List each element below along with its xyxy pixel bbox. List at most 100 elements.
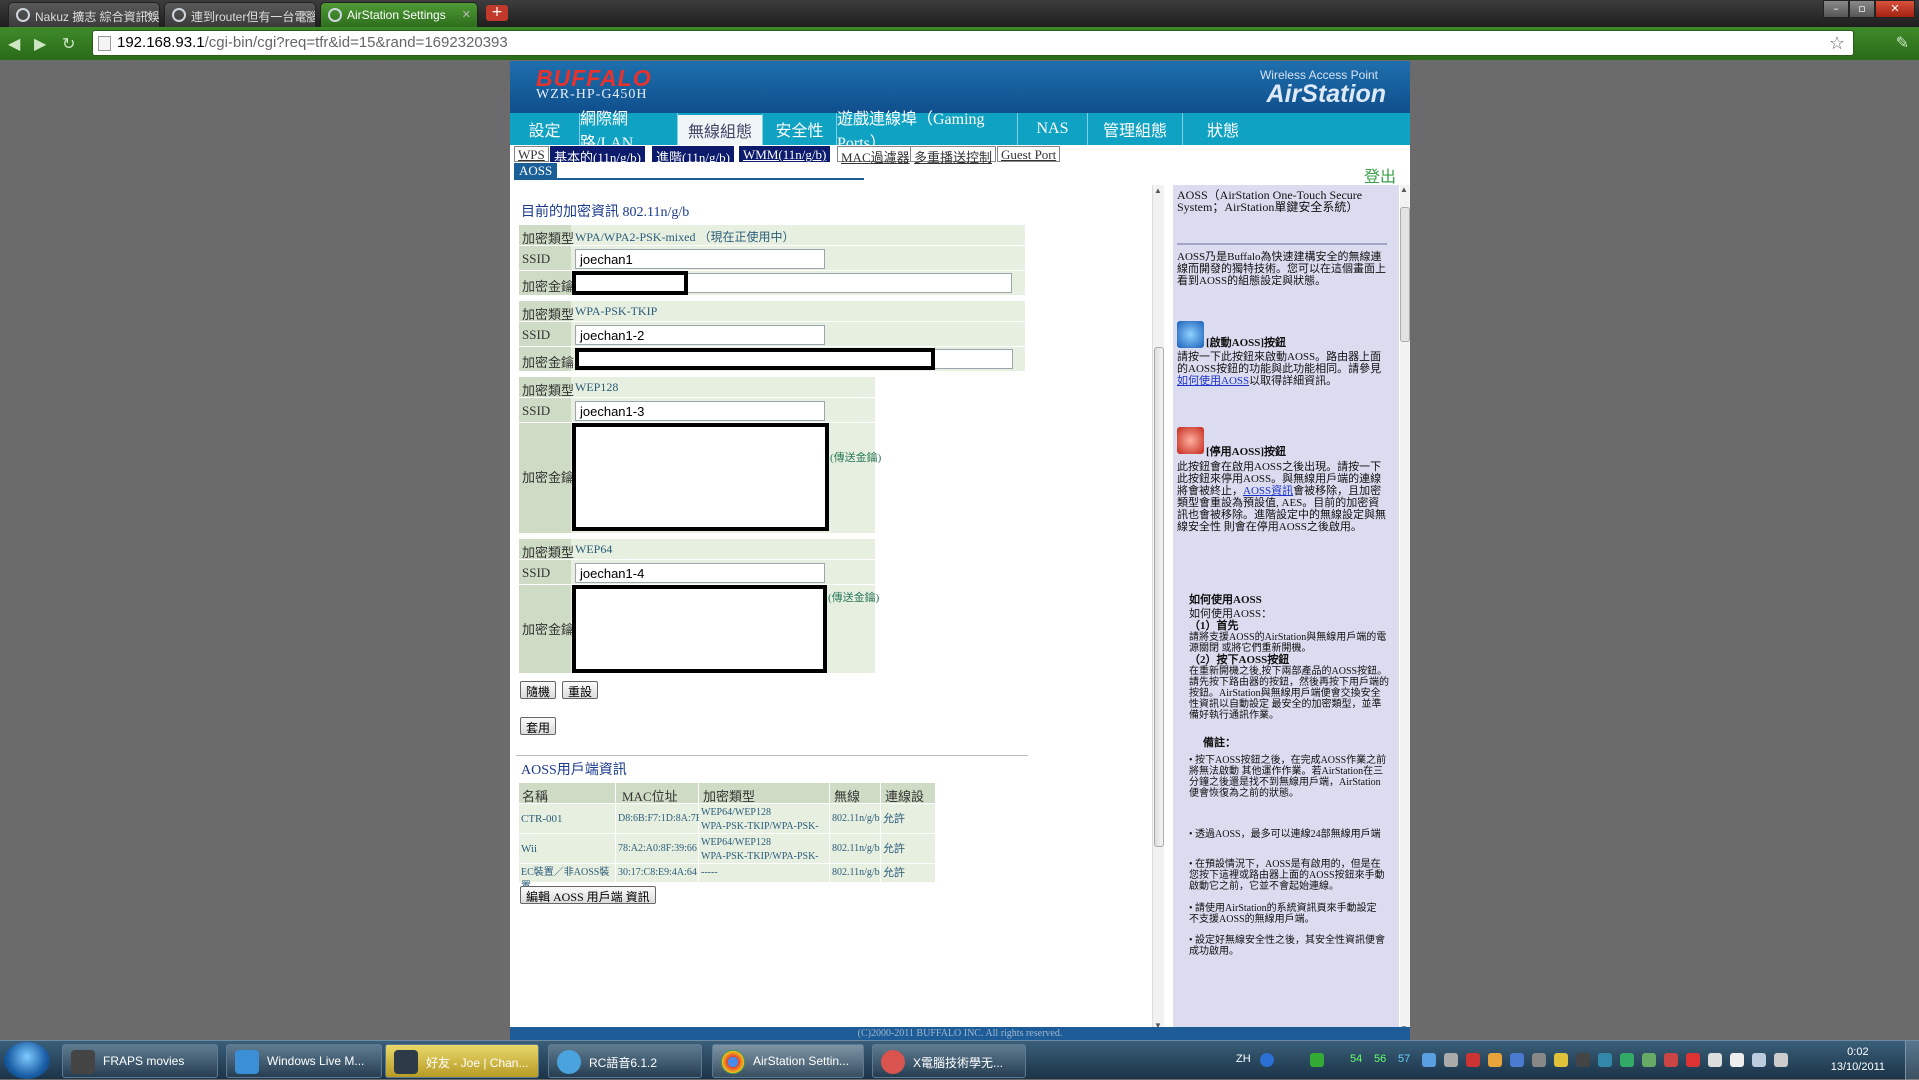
- encryption-type-value: WPA/WPA2-PSK-mixed （現在正使用中）: [575, 230, 795, 244]
- table-header: 連線設定: [881, 783, 935, 823]
- browser-toolbar: ◀ ▶ ↻ 192.168.93.1/cgi-bin/cgi?req=tfr&i…: [0, 27, 1919, 60]
- tray-app-icon[interactable]: [1576, 1053, 1590, 1067]
- sub-menu: WPS 基本的(11n/g/b) 進階(11n/g/b) WMM(11n/g/b…: [510, 146, 1410, 165]
- submenu-mac-filter[interactable]: MAC過濾器: [837, 146, 914, 165]
- help-note: • 按下AOSS按鈕之後，在完成AOSS作業之前將無法啟動 其他運作作業。若Ai…: [1189, 755, 1387, 799]
- ssid-input[interactable]: joechan1-3: [575, 401, 825, 421]
- menu-setup[interactable]: 設定: [510, 113, 580, 145]
- tray-app-icon[interactable]: [1554, 1053, 1568, 1067]
- tray-app-icon[interactable]: [1466, 1053, 1480, 1067]
- system-tray: ZH 54 56 57: [1230, 1051, 1790, 1071]
- menu-admin-config[interactable]: 管理組態: [1088, 113, 1183, 145]
- help-note: • 請使用AirStation的系統資訊頁來手動設定 不支援AOSS的無線用戶端…: [1189, 903, 1377, 925]
- chat-icon: [881, 1050, 905, 1074]
- menu-wireless-config[interactable]: 無線組態: [678, 113, 763, 145]
- field-label: SSID: [519, 246, 571, 270]
- forward-arrow-icon[interactable]: ▶: [34, 34, 46, 53]
- bookmark-star-icon[interactable]: ☆: [1829, 33, 1845, 54]
- taskbar-item[interactable]: FRAPS movies: [62, 1044, 218, 1078]
- network-icon[interactable]: [1752, 1053, 1766, 1067]
- taskbar-item[interactable]: AirStation Settin...: [712, 1044, 864, 1078]
- minimize-icon[interactable]: –: [1823, 0, 1849, 18]
- browser-tab[interactable]: Nakuz 擴志 綜合資訊娛樂 ✕: [8, 2, 160, 27]
- help-text: 如何使用AOSS：: [1189, 608, 1273, 620]
- wep-key-textarea[interactable]: [572, 423, 829, 531]
- browser-tab[interactable]: 連到router但有一台電腦 ✕: [164, 2, 316, 27]
- help-divider: [1177, 243, 1387, 245]
- menu-nas[interactable]: NAS: [1018, 113, 1088, 145]
- gpu-icon[interactable]: [1310, 1053, 1324, 1067]
- tray-app-icon[interactable]: [1708, 1053, 1722, 1067]
- scroll-up-icon[interactable]: ▲: [1400, 185, 1408, 194]
- close-tab-icon[interactable]: ✕: [462, 8, 471, 21]
- encryption-line: WEP64/WEP128: [701, 837, 771, 848]
- tray-app-icon[interactable]: [1620, 1053, 1634, 1067]
- ssid-input[interactable]: joechan1: [575, 249, 825, 269]
- flag-icon[interactable]: [1730, 1053, 1744, 1067]
- taskbar-item[interactable]: 好友 - Joe | Chan...: [385, 1044, 539, 1078]
- content-scrollbar[interactable]: ▲ ▼: [1152, 185, 1164, 1031]
- wrench-menu-icon[interactable]: ✎: [1896, 33, 1909, 53]
- tray-app-icon[interactable]: [1686, 1053, 1700, 1067]
- submenu-basic[interactable]: 基本的(11n/g/b): [550, 146, 645, 165]
- how-to-aoss-link[interactable]: 如何使用AOSS: [1177, 375, 1249, 387]
- clock[interactable]: 0:02 13/10/2011: [1831, 1045, 1885, 1075]
- tray-app-icon[interactable]: [1532, 1053, 1546, 1067]
- submenu-guest-port[interactable]: Guest Port: [997, 146, 1061, 162]
- random-button[interactable]: 隨機: [520, 681, 557, 699]
- ssid-input[interactable]: joechan1-4: [575, 563, 825, 583]
- menu-internet-lan[interactable]: 網際網路/LAN: [580, 111, 678, 152]
- language-indicator[interactable]: ZH: [1236, 1053, 1251, 1065]
- help-text: 以取得詳細資訊。: [1249, 375, 1338, 387]
- tray-app-icon[interactable]: [1422, 1053, 1436, 1067]
- tray-app-icon[interactable]: [1664, 1053, 1678, 1067]
- steam-tray-icon[interactable]: [1444, 1053, 1458, 1067]
- submenu-wps[interactable]: WPS: [514, 146, 549, 162]
- close-tab-icon[interactable]: ✕: [300, 8, 309, 21]
- edit-aoss-clients-button[interactable]: 編輯 AOSS 用戶端 資訊: [520, 886, 656, 904]
- tray-app-icon[interactable]: [1598, 1053, 1612, 1067]
- logout-link[interactable]: 登出: [1364, 163, 1396, 187]
- browser-tab-active[interactable]: AirStation Settings ✕: [320, 2, 478, 27]
- field-label: 加密類型: [519, 225, 574, 246]
- menu-gaming-ports[interactable]: 遊戲連線埠（Gaming Ports）: [837, 111, 1018, 152]
- wep-key-textarea[interactable]: [572, 585, 827, 673]
- maximize-icon[interactable]: ▫: [1849, 0, 1875, 18]
- aoss-info-link[interactable]: AOSS資訊: [1243, 485, 1293, 497]
- close-tab-icon[interactable]: ✕: [144, 8, 153, 21]
- scroll-up-icon[interactable]: ▲: [1154, 186, 1162, 195]
- help-scrollbar[interactable]: ▲ ▼: [1400, 185, 1410, 1035]
- scrollbar-thumb[interactable]: [1154, 347, 1164, 847]
- taskbar-label: Windows Live M...: [267, 1054, 365, 1068]
- taskbar-item[interactable]: Windows Live M...: [226, 1044, 382, 1078]
- taskbar-item[interactable]: RC語音6.1.2: [548, 1044, 702, 1078]
- tab-aoss[interactable]: AOSS: [514, 163, 558, 179]
- menu-status[interactable]: 狀態: [1183, 113, 1410, 145]
- start-button[interactable]: [4, 1042, 50, 1079]
- show-desktop-button[interactable]: [1905, 1041, 1919, 1080]
- taskbar-item[interactable]: X電腦技術學无...: [872, 1044, 1026, 1078]
- apply-button[interactable]: 套用: [520, 717, 557, 735]
- submenu-multicast[interactable]: 多重播送控制: [910, 146, 997, 165]
- taskbar-label: AirStation Settin...: [753, 1054, 850, 1068]
- back-arrow-icon[interactable]: ◀: [8, 34, 20, 53]
- tray-app-icon[interactable]: [1488, 1053, 1502, 1067]
- ssid-input[interactable]: joechan1-2: [575, 325, 825, 345]
- help-icon[interactable]: [1260, 1053, 1274, 1067]
- menu-security[interactable]: 安全性: [763, 113, 837, 145]
- table-cell: 78:A2:A0:8F:39:66: [616, 834, 698, 863]
- scrollbar-thumb[interactable]: [1400, 207, 1410, 342]
- new-tab-button[interactable]: +: [486, 5, 508, 21]
- table-cell: 允許: [881, 804, 935, 833]
- volume-icon[interactable]: [1774, 1053, 1788, 1067]
- close-window-icon[interactable]: ✕: [1875, 0, 1915, 18]
- submenu-wmm[interactable]: WMM(11n/g/b): [739, 146, 831, 162]
- reset-button[interactable]: 重設: [562, 681, 599, 699]
- reload-icon[interactable]: ↻: [62, 34, 75, 53]
- tray-app-icon[interactable]: [1510, 1053, 1524, 1067]
- address-bar[interactable]: 192.168.93.1/cgi-bin/cgi?req=tfr&id=15&r…: [92, 30, 1854, 56]
- router-admin-page: BUFFALO WZR-HP-G450H Wireless Access Poi…: [510, 61, 1410, 1040]
- tab-title: 連到router但有一台電腦: [191, 10, 316, 24]
- submenu-advanced[interactable]: 進階(11n/g/b): [652, 146, 734, 165]
- tray-app-icon[interactable]: [1642, 1053, 1656, 1067]
